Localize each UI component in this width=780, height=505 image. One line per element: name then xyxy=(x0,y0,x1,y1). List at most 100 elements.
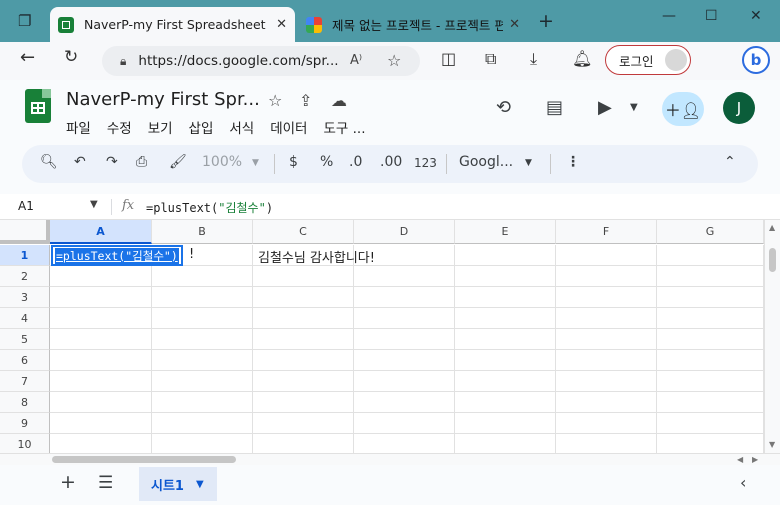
grid-cell[interactable] xyxy=(556,413,657,434)
grid-cell[interactable] xyxy=(354,350,455,371)
grid-cell[interactable] xyxy=(354,413,455,434)
column-header-f[interactable]: F xyxy=(556,220,657,244)
version-history-icon[interactable]: ⟲ xyxy=(496,97,511,118)
grid-cell[interactable] xyxy=(354,329,455,350)
decrease-decimal-button[interactable]: .0 xyxy=(349,155,362,169)
bing-copilot-icon[interactable]: b xyxy=(742,46,770,74)
browser-tab-project[interactable]: 제목 없는 프로젝트 - 프로젝트 편 ✕ xyxy=(298,7,528,42)
cloud-status-icon[interactable]: ☁ xyxy=(331,91,347,110)
grid-cell[interactable] xyxy=(50,266,152,287)
grid-cell[interactable] xyxy=(50,329,152,350)
grid-cell[interactable] xyxy=(152,392,253,413)
grid-cell[interactable] xyxy=(657,287,764,308)
chevron-left-icon[interactable]: ‹ xyxy=(740,475,746,491)
grid-cell[interactable] xyxy=(354,287,455,308)
grid-cell[interactable] xyxy=(354,434,455,453)
row-header-1[interactable]: 1 xyxy=(0,245,50,266)
grid-cell[interactable] xyxy=(455,350,556,371)
menu-edit[interactable]: 수정 xyxy=(107,117,132,137)
column-header-g[interactable]: G xyxy=(657,220,764,244)
add-sheet-icon[interactable]: + xyxy=(60,473,76,492)
close-tab-icon[interactable]: ✕ xyxy=(509,17,520,32)
formula-input[interactable]: =plusText("김철수") xyxy=(146,199,273,216)
grid-cell[interactable] xyxy=(556,434,657,453)
grid-cell[interactable] xyxy=(455,392,556,413)
grid-cell[interactable] xyxy=(455,434,556,453)
collapse-toolbar-icon[interactable]: ⌃ xyxy=(724,155,736,169)
grid-cell[interactable] xyxy=(657,392,764,413)
cell-a1-editor[interactable]: =plusText("김철수") xyxy=(51,245,183,266)
zoom-chevron-down-icon[interactable]: ▼ xyxy=(252,159,259,168)
read-aloud-icon[interactable]: A⁾ xyxy=(350,53,362,68)
menu-data[interactable]: 데이터 xyxy=(270,117,307,137)
grid-cell[interactable] xyxy=(657,371,764,392)
percent-format-button[interactable]: % xyxy=(320,155,333,169)
grid-cell[interactable] xyxy=(657,350,764,371)
menu-file[interactable]: 파일 xyxy=(66,117,91,137)
scroll-up-icon[interactable]: ▲ xyxy=(769,223,775,232)
grid-cell[interactable] xyxy=(657,413,764,434)
meet-video-icon[interactable]: ▶︎ xyxy=(598,97,612,118)
grid-cell[interactable] xyxy=(253,350,354,371)
grid-cell[interactable] xyxy=(253,371,354,392)
grid-cell[interactable] xyxy=(455,245,556,266)
grid-cell[interactable] xyxy=(354,371,455,392)
row-header-9[interactable]: 9 xyxy=(0,413,50,434)
grid-cell[interactable] xyxy=(354,266,455,287)
grid-cell[interactable] xyxy=(152,308,253,329)
grid-cell[interactable] xyxy=(455,329,556,350)
name-box[interactable]: A1 xyxy=(18,199,34,213)
back-icon[interactable]: ← xyxy=(20,49,35,67)
grid-cell[interactable] xyxy=(657,245,764,266)
user-avatar[interactable]: J xyxy=(723,92,755,124)
grid-cell[interactable] xyxy=(50,308,152,329)
column-header-e[interactable]: E xyxy=(455,220,556,244)
vertical-scrollbar[interactable]: ▲ ▼ xyxy=(764,220,780,453)
zoom-select[interactable]: 100% xyxy=(202,155,242,169)
row-header-2[interactable]: 2 xyxy=(0,266,50,287)
grid-cell[interactable] xyxy=(152,287,253,308)
menu-tools[interactable]: 도구 ... xyxy=(323,117,365,137)
number-format-button[interactable]: 123 xyxy=(414,157,437,169)
scroll-left-icon[interactable]: ◀ xyxy=(737,455,743,464)
grid-cell[interactable] xyxy=(556,329,657,350)
column-header-c[interactable]: C xyxy=(253,220,354,244)
redo-icon[interactable]: ↷ xyxy=(106,155,118,169)
grid-cell[interactable] xyxy=(354,392,455,413)
favorite-star-icon[interactable]: ☆ xyxy=(387,51,401,70)
row-header-7[interactable]: 7 xyxy=(0,371,50,392)
grid-cell[interactable] xyxy=(556,392,657,413)
grid-cell[interactable] xyxy=(657,329,764,350)
spreadsheet-grid[interactable]: A B C D E F G 1 2 3 4 5 6 7 8 9 10 =plusText("김철수… xyxy=(0,220,764,453)
row-header-5[interactable]: 5 xyxy=(0,329,50,350)
grid-cell[interactable] xyxy=(152,266,253,287)
currency-format-button[interactable]: $ xyxy=(289,155,298,169)
chevron-down-icon[interactable]: ▼ xyxy=(630,102,638,113)
move-folder-icon[interactable]: ⇪ xyxy=(299,91,312,110)
sheets-logo-icon[interactable] xyxy=(25,89,51,123)
star-icon[interactable]: ☆ xyxy=(268,91,282,110)
grid-cell[interactable] xyxy=(253,329,354,350)
horizontal-scrollbar[interactable]: ◀ ▶ xyxy=(0,453,780,465)
grid-cell[interactable] xyxy=(50,434,152,453)
grid-cell[interactable] xyxy=(50,287,152,308)
grid-cell[interactable] xyxy=(50,392,152,413)
grid-cell[interactable] xyxy=(152,434,253,453)
row-header-10[interactable]: 10 xyxy=(0,434,50,453)
grid-cell[interactable] xyxy=(253,287,354,308)
grid-cell[interactable] xyxy=(50,371,152,392)
collections-icon[interactable]: ⧉ xyxy=(485,51,496,67)
row-header-4[interactable]: 4 xyxy=(0,308,50,329)
cell-c1[interactable]: 김철수님 감사합니다! xyxy=(258,247,375,266)
select-all-corner[interactable] xyxy=(0,220,50,244)
row-header-3[interactable]: 3 xyxy=(0,287,50,308)
grid-cell[interactable] xyxy=(556,308,657,329)
grid-cell[interactable] xyxy=(253,413,354,434)
row-header-8[interactable]: 8 xyxy=(0,392,50,413)
scroll-right-icon[interactable]: ▶ xyxy=(752,455,758,464)
grid-cell[interactable] xyxy=(556,245,657,266)
close-tab-icon[interactable]: ✕ xyxy=(276,17,287,32)
address-bar[interactable]: 🔒︎ https://docs.google.com/spr... A⁾ ☆ xyxy=(102,46,420,76)
increase-decimal-button[interactable]: .00 xyxy=(380,155,402,169)
document-title[interactable]: NaverP-my First Spr... xyxy=(66,89,260,110)
